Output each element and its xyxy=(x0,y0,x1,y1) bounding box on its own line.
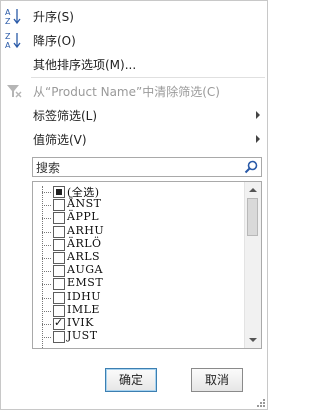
list-item[interactable]: ÄRLÖ xyxy=(33,236,243,252)
list-item-label: ÄPPL xyxy=(67,210,100,224)
menu-separator xyxy=(31,77,265,78)
checkbox[interactable] xyxy=(53,225,65,238)
label-filter-label: 标签筛选(L) xyxy=(33,109,98,123)
submenu-arrow-icon xyxy=(256,135,260,143)
tree-connector xyxy=(42,258,51,259)
list-item-label: ÄRLÖ xyxy=(67,236,102,250)
sort-descending-label: 降序(O) xyxy=(33,34,76,48)
list-item[interactable]: EMST xyxy=(33,276,243,291)
search-box[interactable]: 搜索 xyxy=(32,157,262,177)
checkbox[interactable] xyxy=(53,212,65,225)
sort-ascending-item[interactable]: A Z 升序(S) xyxy=(1,5,267,27)
sort-descending-item[interactable]: Z A 降序(O) xyxy=(1,29,267,51)
checkbox[interactable] xyxy=(53,186,65,198)
label-filter-item[interactable]: 标签筛选(L) xyxy=(1,104,267,126)
more-sort-options-item[interactable]: 其他排序选项(M)... xyxy=(1,53,267,75)
checkbox[interactable] xyxy=(53,331,65,344)
list-item-label: IDHU xyxy=(67,289,102,303)
checkbox[interactable] xyxy=(53,278,65,291)
svg-text:Z: Z xyxy=(5,17,11,25)
tree-connector xyxy=(42,310,51,312)
ok-button[interactable]: 确定 xyxy=(105,368,157,392)
tree-connector xyxy=(42,271,51,273)
list-item-label: JUST xyxy=(67,329,98,343)
checkbox[interactable] xyxy=(53,199,65,212)
checkbox[interactable] xyxy=(53,238,65,251)
checkbox[interactable] xyxy=(53,304,65,317)
svg-text:Z: Z xyxy=(5,32,11,41)
resize-grip-icon[interactable] xyxy=(257,399,265,407)
clear-filter-item[interactable]: 从“Product Name”中清除筛选(C) xyxy=(1,80,267,102)
list-item[interactable]: IDHU xyxy=(33,289,243,305)
scroll-up-icon[interactable] xyxy=(249,188,257,192)
tree-connector xyxy=(42,231,51,233)
clear-filter-icon xyxy=(7,85,22,98)
list-item[interactable]: ÅNST xyxy=(33,197,243,212)
list-item-label: IMLE xyxy=(67,302,100,316)
scrollbar-thumb[interactable] xyxy=(247,198,258,236)
scroll-down-icon[interactable] xyxy=(249,338,257,342)
checkbox[interactable] xyxy=(53,316,65,330)
tree-connector xyxy=(42,192,51,193)
tree-connector xyxy=(42,284,51,286)
filter-value-list[interactable]: (全选) ÅNST ÄPPL ARHU ÄRLÖ ARLS AUGA EMST IDHU IMLE… xyxy=(32,181,262,349)
list-item-label: AUGA xyxy=(67,263,103,277)
submenu-arrow-icon xyxy=(256,111,260,119)
list-item-label: ARLS xyxy=(67,250,101,263)
list-item[interactable]: ÄPPL xyxy=(33,210,243,225)
tree-connector xyxy=(42,218,51,220)
svg-text:A: A xyxy=(5,8,11,17)
list-item-label: ARHU xyxy=(67,223,105,237)
checkbox[interactable] xyxy=(53,291,65,304)
value-filter-label: 值筛选(V) xyxy=(33,133,87,147)
list-item[interactable]: ARLS xyxy=(33,250,243,265)
clear-filter-label: 从“Product Name”中清除筛选(C) xyxy=(33,85,220,99)
list-item-label: IVIK xyxy=(67,316,94,329)
list-scrollbar[interactable] xyxy=(244,182,261,348)
list-item[interactable]: IVIK xyxy=(33,316,243,331)
sort-ascending-icon: A Z xyxy=(5,8,21,25)
tree-connector xyxy=(42,297,51,299)
list-item-label: EMST xyxy=(67,276,104,290)
search-input[interactable]: 搜索 xyxy=(36,159,60,176)
list-item[interactable]: AUGA xyxy=(33,263,243,278)
sort-ascending-label: 升序(S) xyxy=(33,10,74,24)
sort-descending-icon: Z A xyxy=(5,32,21,49)
checkbox[interactable] xyxy=(53,265,65,278)
more-sort-options-label: 其他排序选项(M)... xyxy=(33,58,137,72)
tree-connector xyxy=(42,244,51,246)
list-item[interactable]: IMLE xyxy=(33,302,243,318)
svg-text:A: A xyxy=(5,41,11,49)
search-icon[interactable] xyxy=(243,159,259,175)
cancel-button[interactable]: 取消 xyxy=(191,368,243,392)
list-item[interactable]: JUST xyxy=(33,329,243,344)
tree-connector xyxy=(42,324,51,325)
list-item[interactable]: ARHU xyxy=(33,223,243,239)
value-filter-item[interactable]: 值筛选(V) xyxy=(1,128,267,150)
tree-connector xyxy=(42,205,51,207)
tree-connector xyxy=(42,337,51,339)
checkbox[interactable] xyxy=(53,252,65,264)
filter-dropdown-panel: A Z 升序(S) Z A 降序(O) 其他排序选项(M)... 从“Produ… xyxy=(0,0,268,410)
list-item-label: ÅNST xyxy=(67,197,102,211)
select-all-item[interactable]: (全选) xyxy=(33,186,243,199)
